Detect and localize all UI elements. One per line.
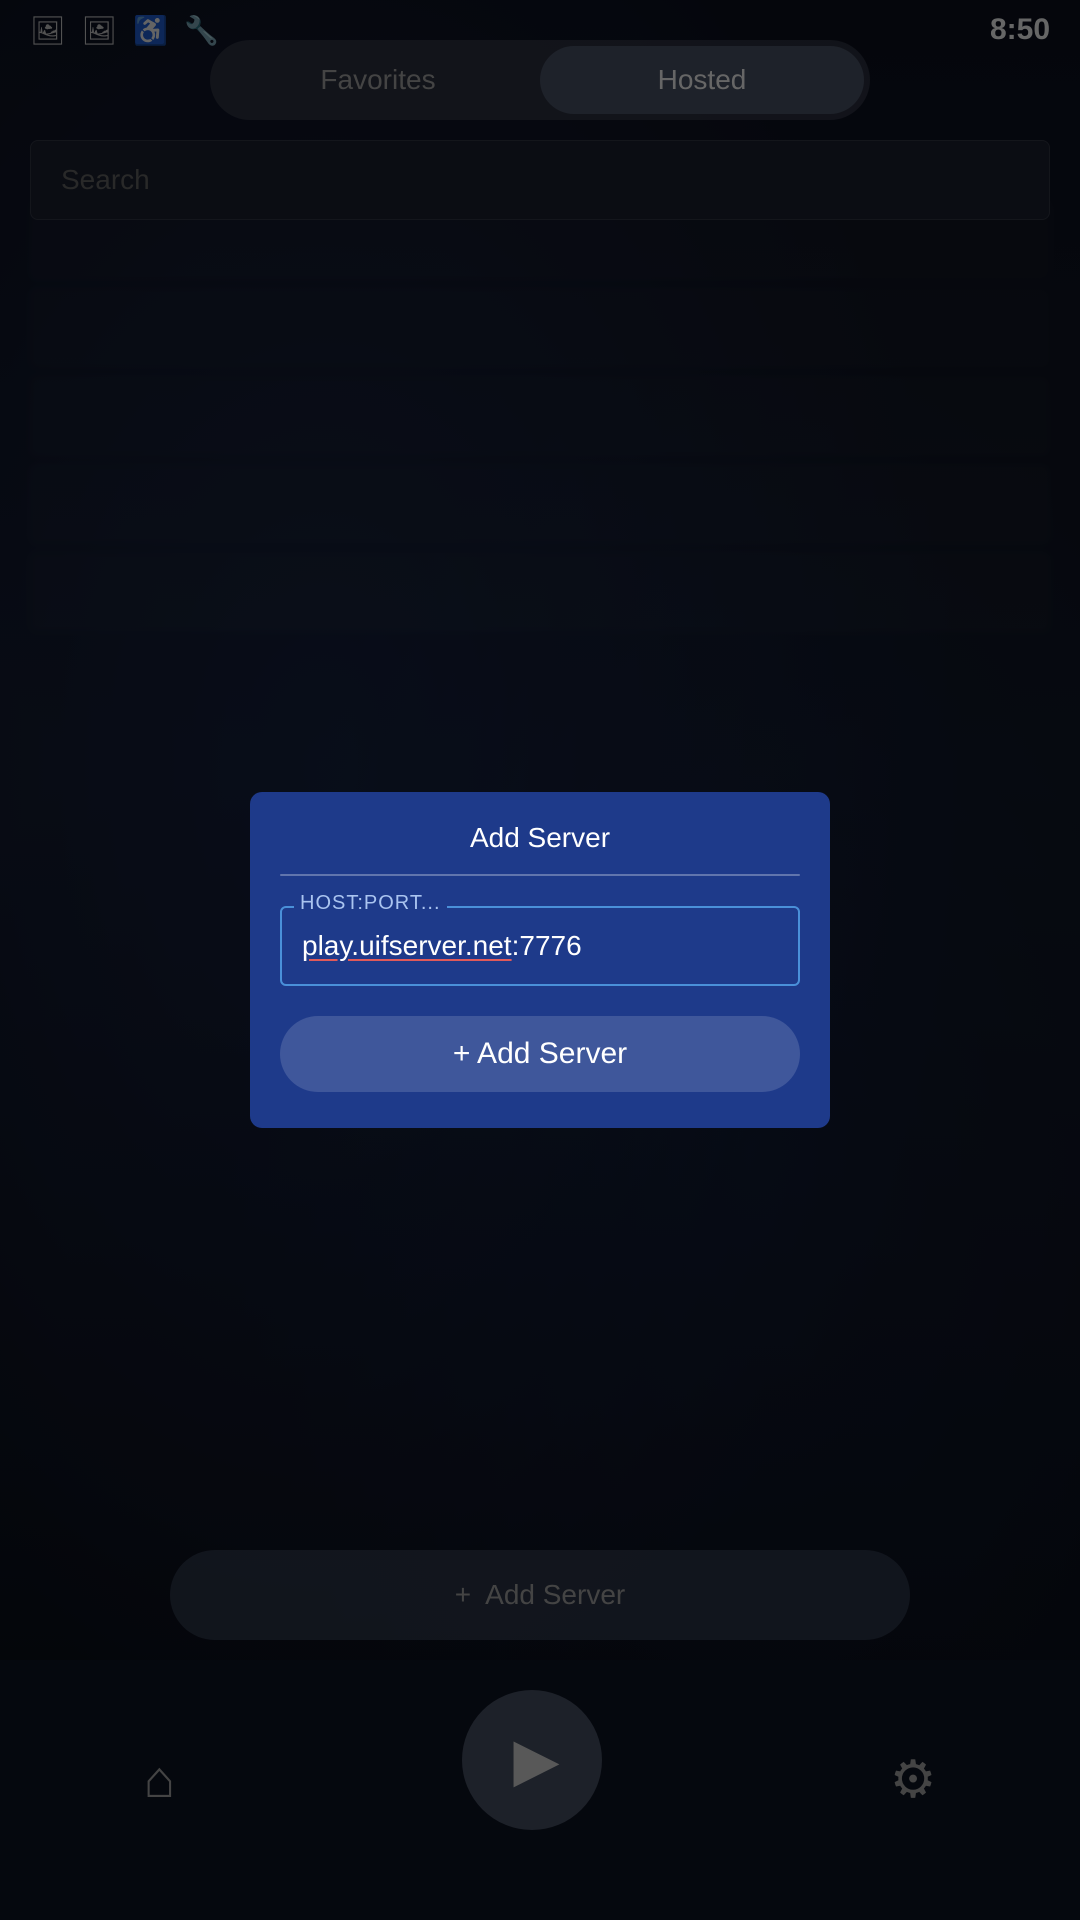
host-part: play.uifserver.net: [302, 930, 512, 962]
host-port-label: HOST:PORT...: [294, 892, 447, 915]
modal-overlay: Add Server HOST:PORT... play.uifserver.n…: [0, 0, 1080, 1920]
add-server-dialog: Add Server HOST:PORT... play.uifserver.n…: [250, 792, 830, 1128]
dialog-divider: [280, 874, 800, 876]
dialog-title: Add Server: [280, 822, 800, 854]
host-port-input-group: HOST:PORT... play.uifserver.net:7776: [280, 906, 800, 986]
host-port-display[interactable]: play.uifserver.net:7776: [280, 906, 800, 986]
dialog-add-server-button[interactable]: + Add Server: [280, 1016, 800, 1092]
dialog-add-server-label: + Add Server: [453, 1037, 627, 1071]
port-part: :7776: [512, 930, 582, 962]
